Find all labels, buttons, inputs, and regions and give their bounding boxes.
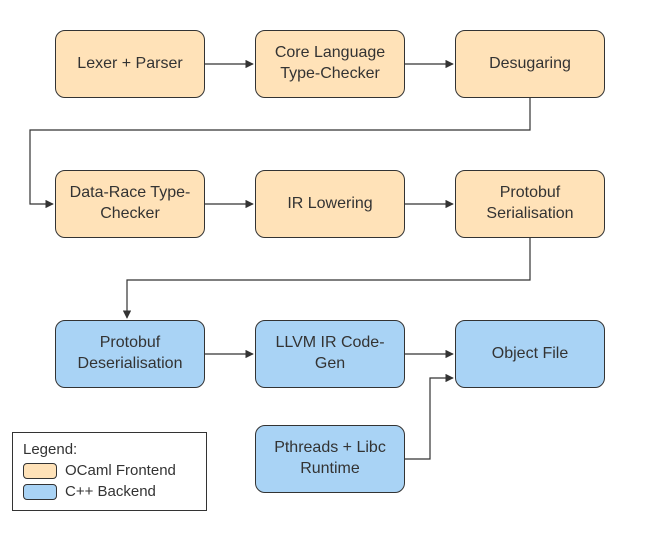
node-ir-lowering: IR Lowering xyxy=(255,170,405,238)
node-pthreads-runtime: Pthreads + Libc Runtime xyxy=(255,425,405,493)
node-label: Protobuf Serialisation xyxy=(464,183,596,225)
node-label: Protobuf Deserialisation xyxy=(64,333,196,375)
node-core-type-checker: Core Language Type-Checker xyxy=(255,30,405,98)
node-lexer-parser: Lexer + Parser xyxy=(55,30,205,98)
node-label: LLVM IR Code-Gen xyxy=(264,333,396,375)
node-label: IR Lowering xyxy=(287,194,372,215)
node-protobuf-deserial: Protobuf Deserialisation xyxy=(55,320,205,388)
node-label: Object File xyxy=(492,344,568,365)
node-label: Desugaring xyxy=(489,54,571,75)
node-object-file: Object File xyxy=(455,320,605,388)
node-desugaring: Desugaring xyxy=(455,30,605,98)
node-protobuf-serial: Protobuf Serialisation xyxy=(455,170,605,238)
node-label: Lexer + Parser xyxy=(77,54,182,75)
legend-swatch-cpp xyxy=(23,484,57,500)
legend-swatch-ocaml xyxy=(23,463,57,479)
legend-label-cpp: C++ Backend xyxy=(65,483,156,500)
node-llvm-codegen: LLVM IR Code-Gen xyxy=(255,320,405,388)
node-label: Pthreads + Libc Runtime xyxy=(264,438,396,480)
legend: Legend: OCaml Frontend C++ Backend xyxy=(12,432,207,511)
node-label: Data-Race Type-Checker xyxy=(64,183,196,225)
node-label: Core Language Type-Checker xyxy=(264,43,396,85)
legend-title: Legend: xyxy=(23,441,196,458)
node-data-race-checker: Data-Race Type-Checker xyxy=(55,170,205,238)
legend-label-ocaml: OCaml Frontend xyxy=(65,462,176,479)
